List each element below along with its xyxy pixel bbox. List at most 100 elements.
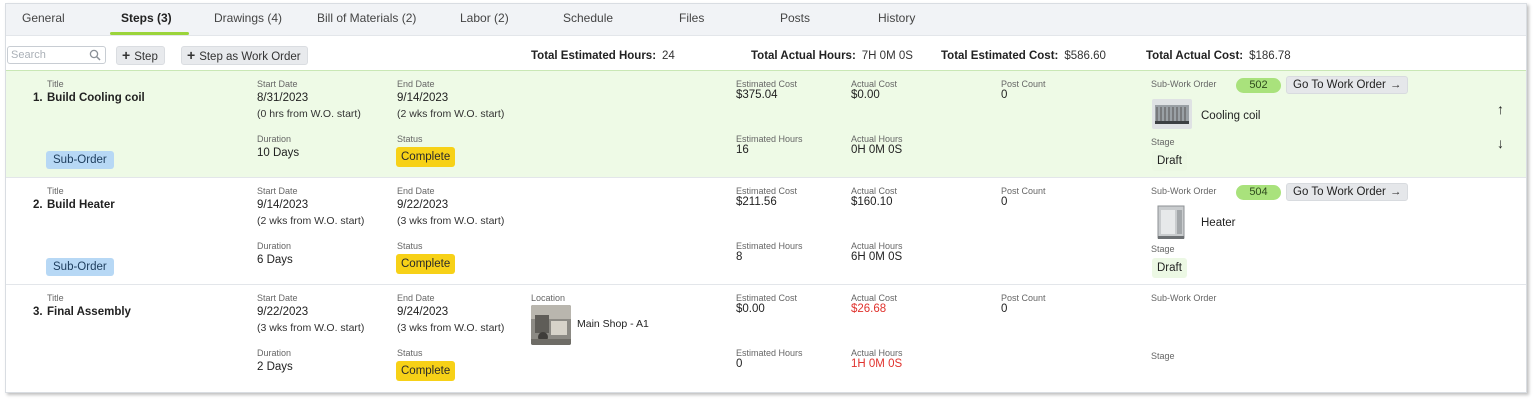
estimated-cost-label: Estimated Cost bbox=[736, 186, 798, 196]
start-date-label: Start Date bbox=[257, 186, 298, 196]
tab-schedule[interactable]: Schedule bbox=[563, 11, 613, 25]
estimated-cost-label: Estimated Cost bbox=[736, 79, 798, 89]
toolbar: +Step +Step as Work Order Total Estimate… bbox=[6, 42, 1526, 68]
title-label: Title bbox=[47, 293, 64, 303]
step-number: 1. bbox=[33, 92, 43, 104]
start-date-offset: (0 hrs from W.O. start) bbox=[257, 108, 361, 120]
search-input[interactable] bbox=[11, 48, 89, 62]
stage-value: Draft bbox=[1152, 258, 1187, 278]
active-tab-indicator bbox=[110, 32, 189, 35]
post-count-label: Post Count bbox=[1001, 293, 1046, 303]
sub-work-order-label: Sub-Work Order bbox=[1151, 186, 1217, 196]
location-thumbnail bbox=[531, 305, 571, 345]
duration-value: 10 Days bbox=[257, 147, 300, 159]
estimated-cost-label: Estimated Cost bbox=[736, 293, 798, 303]
add-step-button[interactable]: + Step bbox=[116, 46, 165, 65]
actual-cost-label: Actual Cost bbox=[851, 186, 898, 196]
status-label: Status bbox=[397, 134, 423, 144]
end-date-label: End Date bbox=[397, 293, 435, 303]
steps-panel: General Steps (3) Drawings (4) Bill of M… bbox=[5, 3, 1527, 393]
total-estimated-hours-value: 24 bbox=[662, 50, 675, 62]
total-estimated-hours-label: Total Estimated Hours: bbox=[531, 50, 657, 62]
stage-label: Stage bbox=[1151, 137, 1175, 147]
status-label: Status bbox=[397, 348, 423, 358]
add-step-as-work-order-label: Step as Work Order bbox=[199, 51, 301, 63]
tab-posts[interactable]: Posts bbox=[780, 11, 810, 25]
start-date-value: 8/31/2023 bbox=[257, 92, 309, 104]
tab-drawings[interactable]: Drawings (4) bbox=[214, 11, 282, 25]
end-date-offset: (3 wks from W.O. start) bbox=[397, 215, 505, 227]
total-actual-hours-value: 7H 0M 0S bbox=[861, 50, 913, 62]
work-order-name[interactable]: Heater bbox=[1201, 217, 1236, 229]
actual-hours-label: Actual Hours bbox=[851, 348, 903, 358]
end-date-offset: (2 wks from W.O. start) bbox=[397, 108, 505, 120]
post-count-value: 0 bbox=[1001, 196, 1008, 208]
actual-cost-value: $160.10 bbox=[851, 196, 893, 208]
status-badge: Complete bbox=[396, 361, 456, 381]
tab-history[interactable]: History bbox=[878, 11, 915, 25]
step-title: Build Cooling coil bbox=[47, 92, 145, 104]
post-count-label: Post Count bbox=[1001, 186, 1046, 196]
tab-files[interactable]: Files bbox=[679, 11, 704, 25]
work-order-number[interactable]: 502 bbox=[1236, 78, 1281, 93]
go-to-work-order-button[interactable]: Go To Work Order → bbox=[1286, 76, 1409, 94]
estimated-hours-label: Estimated Hours bbox=[736, 348, 803, 358]
go-to-work-order-button[interactable]: Go To Work Order → bbox=[1286, 183, 1409, 201]
step-title: Build Heater bbox=[47, 199, 115, 211]
duration-label: Duration bbox=[257, 348, 292, 358]
actual-cost-value: $26.68 bbox=[851, 303, 887, 315]
location-value[interactable]: Main Shop - A1 bbox=[577, 318, 649, 330]
end-date-label: End Date bbox=[397, 186, 435, 196]
estimated-hours-label: Estimated Hours bbox=[736, 134, 803, 144]
duration-label: Duration bbox=[257, 241, 292, 251]
tab-steps[interactable]: Steps (3) bbox=[121, 11, 172, 25]
search-icon[interactable] bbox=[89, 49, 101, 61]
move-down-icon[interactable]: ↓ bbox=[1497, 135, 1504, 151]
tab-general[interactable]: General bbox=[22, 11, 65, 25]
tab-bill-of-materials[interactable]: Bill of Materials (2) bbox=[317, 11, 416, 25]
move-up-icon[interactable]: ↑ bbox=[1497, 101, 1504, 117]
start-date-value: 9/22/2023 bbox=[257, 306, 309, 318]
add-step-as-work-order-button[interactable]: + Step as Work Order bbox=[181, 46, 308, 65]
sub-work-order-label: Sub-Work Order bbox=[1151, 79, 1217, 89]
step-row[interactable]: Title 1. Build Cooling coil Sub-Order St… bbox=[6, 70, 1526, 177]
end-date-value: 9/14/2023 bbox=[397, 92, 449, 104]
work-order-name[interactable]: Cooling coil bbox=[1201, 110, 1260, 122]
tab-bar: General Steps (3) Drawings (4) Bill of M… bbox=[6, 4, 1526, 36]
actual-cost-label: Actual Cost bbox=[851, 79, 898, 89]
actual-hours-value: 6H 0M 0S bbox=[851, 251, 903, 263]
end-date-value: 9/24/2023 bbox=[397, 306, 449, 318]
step-row[interactable]: Title 2. Build Heater Sub-Order Start Da… bbox=[6, 177, 1526, 284]
end-date-label: End Date bbox=[397, 79, 435, 89]
total-actual-cost: Total Actual Cost: $186.78 bbox=[1146, 50, 1291, 62]
actual-hours-label: Actual Hours bbox=[851, 241, 903, 251]
end-date-value: 9/22/2023 bbox=[397, 199, 449, 211]
total-actual-hours-label: Total Actual Hours: bbox=[751, 50, 856, 62]
stage-value: Draft bbox=[1152, 151, 1187, 171]
title-label: Title bbox=[47, 186, 64, 196]
estimated-hours-value: 0 bbox=[736, 358, 743, 370]
stage-label: Stage bbox=[1151, 351, 1175, 361]
start-date-offset: (3 wks from W.O. start) bbox=[257, 322, 365, 334]
step-row[interactable]: Title 3. Final Assembly Start Date 9/22/… bbox=[6, 284, 1526, 392]
tab-labor[interactable]: Labor (2) bbox=[460, 11, 509, 25]
step-title: Final Assembly bbox=[47, 306, 131, 318]
total-actual-cost-label: Total Actual Cost: bbox=[1146, 50, 1244, 62]
status-badge: Complete bbox=[396, 147, 456, 167]
actual-hours-label: Actual Hours bbox=[851, 134, 903, 144]
actual-hours-value: 0H 0M 0S bbox=[851, 144, 903, 156]
status-badge: Complete bbox=[396, 254, 456, 274]
total-actual-cost-value: $186.78 bbox=[1249, 50, 1291, 62]
total-estimated-cost-value: $586.60 bbox=[1064, 50, 1106, 62]
total-estimated-hours: Total Estimated Hours: 24 bbox=[531, 50, 675, 62]
cooling-coil-thumbnail bbox=[1152, 99, 1192, 129]
estimated-cost-value: $375.04 bbox=[736, 89, 778, 101]
duration-value: 6 Days bbox=[257, 254, 293, 266]
stage-label: Stage bbox=[1151, 244, 1175, 254]
work-order-number[interactable]: 504 bbox=[1236, 185, 1281, 200]
plus-icon: + bbox=[187, 47, 196, 63]
total-estimated-cost: Total Estimated Cost: $586.60 bbox=[941, 50, 1106, 62]
step-number: 2. bbox=[33, 199, 43, 211]
post-count-label: Post Count bbox=[1001, 79, 1046, 89]
sub-work-order-label: Sub-Work Order bbox=[1151, 293, 1217, 303]
